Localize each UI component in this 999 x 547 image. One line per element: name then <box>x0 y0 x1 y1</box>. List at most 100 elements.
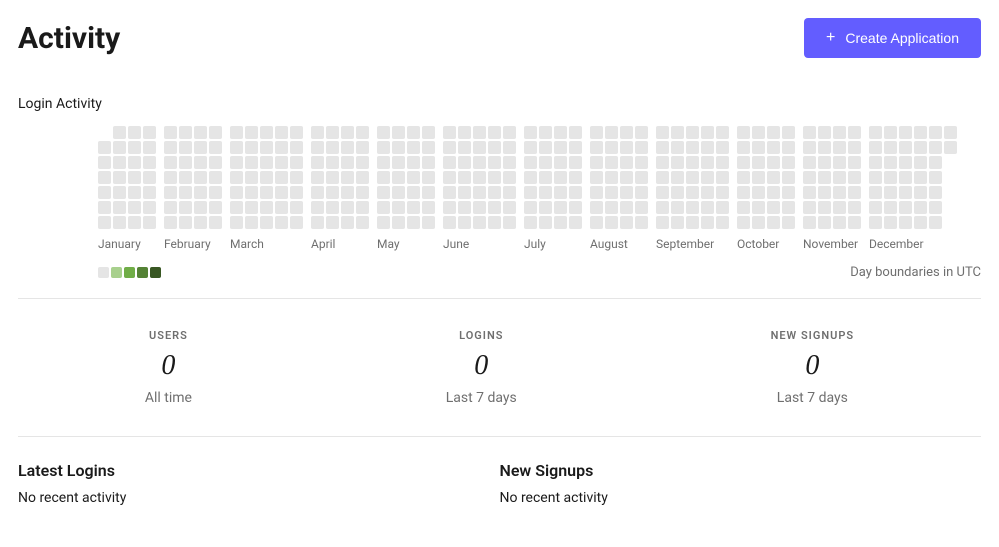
heatmap-cell <box>767 201 780 214</box>
heatmap-cell <box>113 216 126 229</box>
heatmap-cell <box>275 156 288 169</box>
legend-swatch-3 <box>137 267 148 278</box>
heatmap-cell <box>245 216 258 229</box>
heatmap-cell <box>833 201 846 214</box>
heatmap-cell <box>113 201 126 214</box>
heatmap-cell <box>524 156 537 169</box>
heatmap-cell <box>245 156 258 169</box>
heatmap-cell <box>752 126 765 139</box>
heatmap-cell <box>818 201 831 214</box>
heatmap-cell <box>620 171 633 184</box>
heatmap-cell <box>656 171 669 184</box>
heatmap-cell <box>524 201 537 214</box>
heatmap-cell <box>98 156 111 169</box>
heatmap-cell <box>737 156 750 169</box>
heatmap-cell <box>737 201 750 214</box>
heatmap-cell <box>914 156 927 169</box>
heatmap-cell <box>458 186 471 199</box>
heatmap-legend <box>98 267 161 278</box>
heatmap-cell <box>605 126 618 139</box>
create-application-button[interactable]: + Create Application <box>804 18 981 58</box>
heatmap-cell <box>98 171 111 184</box>
heatmap-cell <box>686 171 699 184</box>
heatmap-cell <box>767 171 780 184</box>
heatmap-cell <box>701 171 714 184</box>
heatmap-cell <box>179 171 192 184</box>
heatmap-cell <box>803 171 816 184</box>
stat-logins-title: LOGINS <box>446 329 517 342</box>
heatmap-cell <box>326 126 339 139</box>
heatmap-cell <box>275 201 288 214</box>
heatmap-cell <box>458 141 471 154</box>
heatmap-cell <box>767 186 780 199</box>
heatmap-cell <box>833 171 846 184</box>
heatmap-month-label: January <box>98 237 141 251</box>
heatmap-cell <box>671 171 684 184</box>
heatmap-cell <box>458 156 471 169</box>
heatmap-cell <box>944 201 957 214</box>
heatmap-cell <box>443 141 456 154</box>
heatmap-cell <box>194 126 207 139</box>
heatmap-cell <box>488 126 501 139</box>
heatmap-cell <box>752 141 765 154</box>
heatmap-cell <box>620 216 633 229</box>
heatmap-cell <box>113 141 126 154</box>
heatmap-cell <box>590 186 603 199</box>
heatmap-month-label: October <box>737 237 779 251</box>
heatmap-cell <box>929 186 942 199</box>
heatmap-cell <box>899 201 912 214</box>
heatmap-cell <box>326 156 339 169</box>
heatmap-cell <box>899 156 912 169</box>
heatmap-cell <box>869 216 882 229</box>
heatmap-cell <box>656 126 669 139</box>
heatmap-cell <box>128 216 141 229</box>
heatmap-cell <box>944 156 957 169</box>
heatmap-month-label: March <box>230 237 264 251</box>
heatmap-cell <box>488 216 501 229</box>
heatmap-month-label: August <box>590 237 628 251</box>
heatmap-cell <box>635 201 648 214</box>
heatmap-cell <box>356 141 369 154</box>
heatmap-cell <box>341 216 354 229</box>
heatmap-cell <box>569 201 582 214</box>
heatmap-cell <box>275 126 288 139</box>
heatmap-cell <box>356 186 369 199</box>
heatmap-cell <box>392 156 405 169</box>
heatmap-cell <box>377 216 390 229</box>
heatmap-cell <box>209 141 222 154</box>
heatmap-cell <box>635 171 648 184</box>
heatmap-cell <box>164 141 177 154</box>
heatmap-cell <box>686 141 699 154</box>
heatmap-cell <box>590 201 603 214</box>
heatmap-month-label: September <box>656 237 714 251</box>
heatmap-cell <box>914 171 927 184</box>
heatmap-cell <box>443 171 456 184</box>
heatmap-cell <box>803 186 816 199</box>
heatmap-cell <box>686 216 699 229</box>
heatmap-month-label: December <box>869 237 924 251</box>
heatmap-cell <box>818 126 831 139</box>
heatmap-cell <box>782 186 795 199</box>
heatmap-cell <box>377 156 390 169</box>
heatmap-cell <box>554 201 567 214</box>
heatmap-cell <box>209 186 222 199</box>
heatmap-cell <box>458 201 471 214</box>
heatmap-cell <box>701 201 714 214</box>
heatmap-cell <box>539 216 552 229</box>
heatmap-cell <box>473 126 486 139</box>
heatmap-cell <box>290 201 303 214</box>
heatmap-cell <box>230 126 243 139</box>
stat-users: USERS 0 All time <box>145 329 192 406</box>
heatmap-cell <box>686 201 699 214</box>
heatmap-cell <box>356 126 369 139</box>
heatmap-cell <box>833 126 846 139</box>
heatmap-cell <box>818 156 831 169</box>
heatmap-cell <box>488 201 501 214</box>
heatmap-cell <box>833 141 846 154</box>
heatmap-cell <box>737 141 750 154</box>
heatmap-cell <box>194 171 207 184</box>
heatmap-cell <box>620 141 633 154</box>
heatmap-cell <box>503 171 516 184</box>
heatmap-cell <box>194 216 207 229</box>
heatmap-cell <box>245 201 258 214</box>
